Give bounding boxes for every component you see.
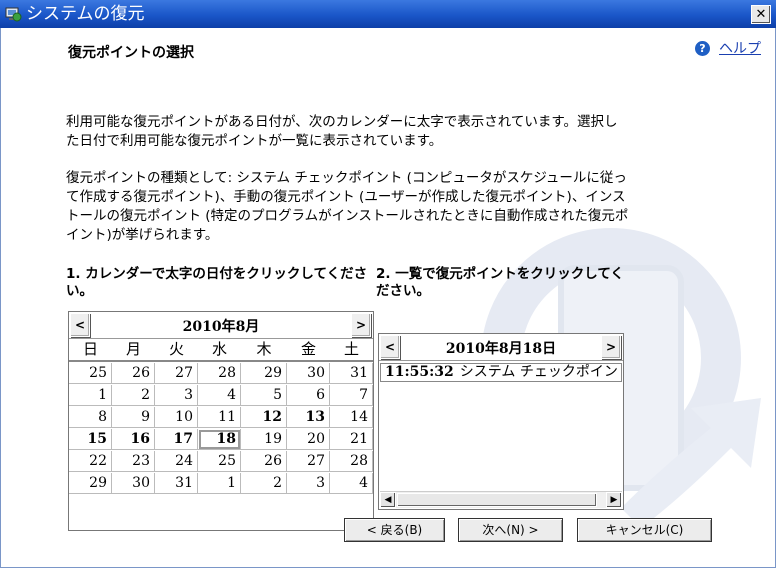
calendar-day[interactable]: 26 <box>112 363 155 384</box>
calendar-day[interactable]: 11 <box>198 407 241 428</box>
calendar-day[interactable]: 28 <box>198 363 241 384</box>
calendar-day[interactable]: 24 <box>155 451 198 472</box>
calendar-day[interactable]: 30 <box>287 363 330 384</box>
help-link-group[interactable]: ? ヘルプ <box>695 38 761 58</box>
weekday-header: 土 <box>330 339 373 362</box>
close-icon: ✕ <box>755 7 767 22</box>
restore-desc: システム チェックポイント <box>459 364 622 380</box>
calendar-day[interactable]: 27 <box>287 451 330 472</box>
description-1: 利用可能な復元ポイントがある日付が、次のカレンダーに太字で表示されています。選択… <box>66 114 618 149</box>
weekday-header: 月 <box>112 339 155 362</box>
title-bar: システムの復元 ✕ <box>0 0 776 28</box>
calendar-day[interactable]: 13 <box>287 407 330 428</box>
calendar-day[interactable]: 7 <box>330 385 373 406</box>
calendar-day[interactable]: 19 <box>241 429 287 450</box>
restore-point-list: < 2010年8月18日 > 11:55:32 システム チェックポイント ◀ ▶ <box>378 333 624 510</box>
calendar-day[interactable]: 17 <box>155 429 198 450</box>
step2-label: 2. 一覧で復元ポイントをクリックしてください。 <box>376 266 624 299</box>
weekday-header: 木 <box>241 339 287 362</box>
weekday-header: 水 <box>198 339 241 362</box>
calendar: < 2010年8月 > 日月火水木金土 25 26 27 28 29 30 31 1 2 3 4 5 6 7… <box>68 311 374 531</box>
calendar-day[interactable]: 20 <box>287 429 330 450</box>
calendar-day[interactable]: 31 <box>330 363 373 384</box>
page-title: 復元ポイントの選択 <box>68 45 194 61</box>
calendar-day[interactable]: 10 <box>155 407 198 428</box>
calendar-day[interactable]: 16 <box>112 429 155 450</box>
calendar-day[interactable]: 31 <box>155 473 198 494</box>
window-title: システムの復元 <box>26 4 145 24</box>
close-button[interactable]: ✕ <box>751 5 771 24</box>
calendar-day[interactable]: 6 <box>287 385 330 406</box>
calendar-day[interactable]: 4 <box>198 385 241 406</box>
calendar-day[interactable]: 23 <box>112 451 155 472</box>
calendar-day[interactable]: 2 <box>241 473 287 494</box>
weekday-header: 火 <box>155 339 198 362</box>
calendar-day[interactable]: 25 <box>69 363 112 384</box>
calendar-day[interactable]: 26 <box>241 451 287 472</box>
calendar-day[interactable]: 27 <box>155 363 198 384</box>
back-button[interactable]: < 戻る(B) <box>344 518 445 542</box>
calendar-day[interactable]: 18 <box>198 429 241 450</box>
wizard-panel: 復元ポイントの選択 ? ヘルプ 利用可能な復元ポイントがある日付が、次のカレンダー… <box>0 28 776 568</box>
calendar-day[interactable]: 29 <box>241 363 287 384</box>
horizontal-scrollbar[interactable]: ◀ ▶ <box>380 491 622 508</box>
weekday-header: 金 <box>287 339 330 362</box>
calendar-day[interactable]: 9 <box>112 407 155 428</box>
help-icon[interactable]: ? <box>695 40 710 56</box>
calendar-day[interactable]: 21 <box>330 429 373 450</box>
next-month-button[interactable]: > <box>351 313 371 337</box>
calendar-day[interactable]: 25 <box>198 451 241 472</box>
next-date-button[interactable]: > <box>601 335 621 359</box>
weekday-header: 日 <box>69 339 112 362</box>
scroll-right-icon[interactable]: ▶ <box>606 492 622 508</box>
calendar-day[interactable]: 1 <box>198 473 241 494</box>
calendar-day[interactable]: 14 <box>330 407 373 428</box>
calendar-header: < 2010年8月 > <box>69 312 373 339</box>
next-button[interactable]: 次へ(N) > <box>458 518 563 542</box>
list-date: 2010年8月18日 <box>445 341 557 357</box>
calendar-day[interactable]: 3 <box>155 385 198 406</box>
system-restore-icon <box>5 7 22 22</box>
restore-time: 11:55:32 <box>385 364 454 380</box>
scroll-thumb[interactable] <box>397 493 597 507</box>
cancel-button[interactable]: キャンセル(C) <box>577 518 712 542</box>
description-2: 復元ポイントの種類として: システム チェックポイント (コンピュータがスケジュ… <box>66 170 629 243</box>
calendar-day[interactable]: 4 <box>330 473 373 494</box>
calendar-day[interactable]: 1 <box>69 385 112 406</box>
calendar-month: 2010年8月 <box>182 319 260 335</box>
calendar-day[interactable]: 3 <box>287 473 330 494</box>
calendar-day[interactable]: 12 <box>241 407 287 428</box>
step1-label: 1. カレンダーで太字の日付をクリックしてください。 <box>66 266 368 299</box>
calendar-day[interactable]: 29 <box>69 473 112 494</box>
calendar-day[interactable]: 28 <box>330 451 373 472</box>
calendar-day[interactable]: 5 <box>241 385 287 406</box>
calendar-day[interactable]: 22 <box>69 451 112 472</box>
scroll-left-icon[interactable]: ◀ <box>380 492 396 508</box>
list-header: < 2010年8月18日 > <box>379 334 623 361</box>
list-item[interactable]: 11:55:32 システム チェックポイント <box>380 363 622 382</box>
calendar-day[interactable]: 15 <box>69 429 112 450</box>
chevron-right-icon: > <box>355 318 367 332</box>
calendar-day[interactable]: 30 <box>112 473 155 494</box>
help-link[interactable]: ヘルプ <box>719 41 761 57</box>
chevron-right-icon: > <box>605 340 617 354</box>
calendar-day[interactable]: 8 <box>69 407 112 428</box>
calendar-day[interactable]: 2 <box>112 385 155 406</box>
